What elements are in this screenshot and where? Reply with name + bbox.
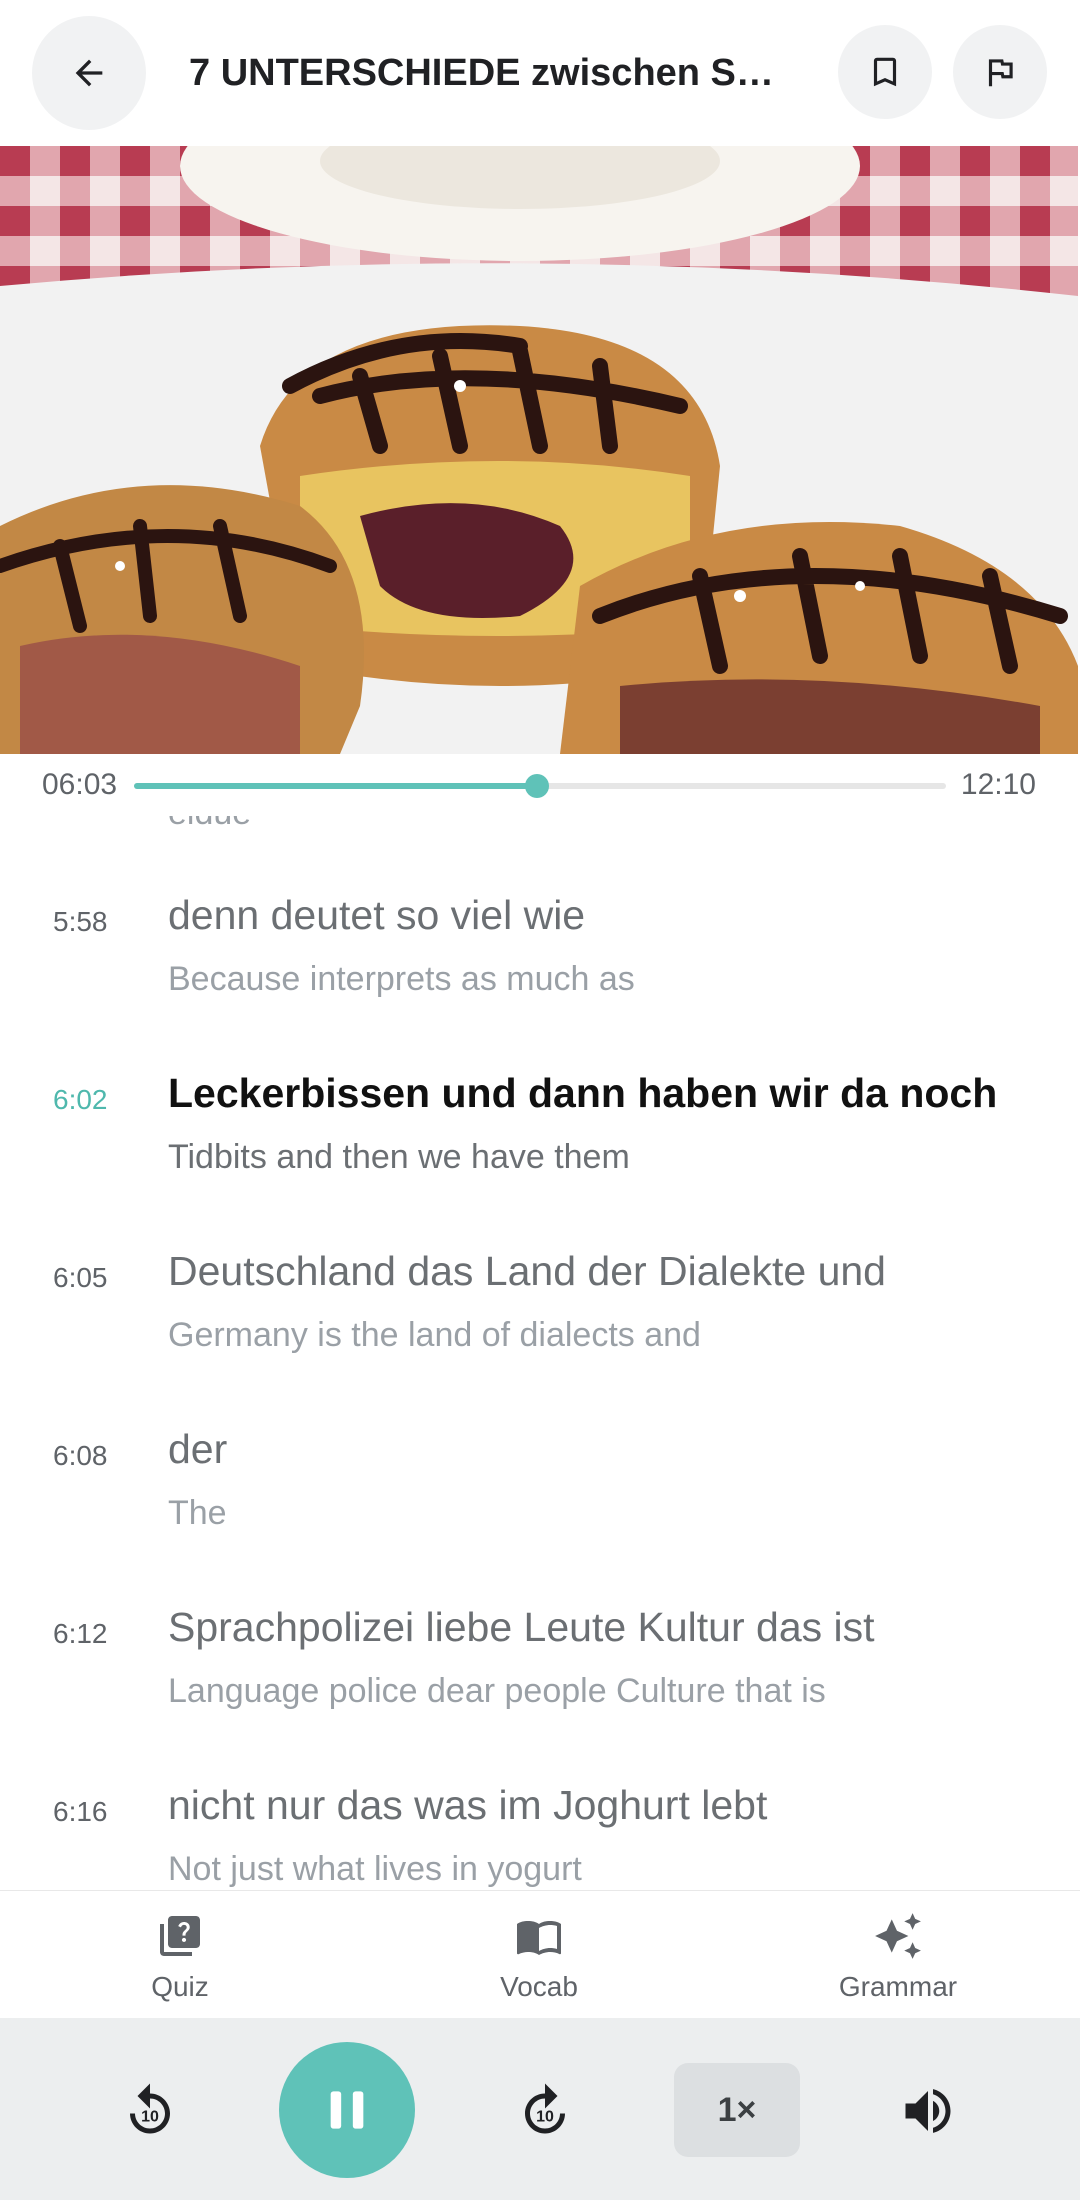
- seek-bar[interactable]: [134, 774, 946, 798]
- line-timestamp: 6:12: [53, 1618, 108, 1649]
- tab-quiz[interactable]: Quiz: [80, 1891, 280, 2019]
- line-text[interactable]: Sprachpolizei liebe Leute Kultur das ist: [168, 1604, 875, 1651]
- video-title: 7 UNTERSCHIEDE zwischen Sch...: [189, 52, 789, 94]
- line-translation: Because interprets as much as: [168, 960, 635, 998]
- tab-vocab[interactable]: Vocab: [439, 1891, 639, 2019]
- line-translation: The: [168, 1494, 227, 1532]
- back-button[interactable]: [32, 16, 146, 130]
- video-player[interactable]: [0, 146, 1078, 754]
- line-timestamp: 6:08: [53, 1440, 108, 1471]
- quiz-icon: [160, 1916, 200, 1956]
- forward-10-icon: 10: [525, 2083, 565, 2134]
- line-timestamp: 5:58: [53, 906, 108, 937]
- pause-button[interactable]: [279, 2042, 415, 2178]
- rewind-seconds-label: 10: [141, 2109, 159, 2126]
- line-timestamp: 6:16: [53, 1796, 108, 1827]
- arrow-left-icon: [75, 59, 103, 87]
- sparkle-icon: [875, 1913, 921, 1959]
- replay-10-icon: 10: [130, 2083, 170, 2134]
- top-app-bar: 7 UNTERSCHIEDE zwischen Sch...: [0, 0, 1080, 146]
- rewind-10-button[interactable]: 10: [120, 2081, 180, 2141]
- seek-bar-thumb[interactable]: [524, 774, 549, 798]
- line-translation: Not just what lives in yogurt: [168, 1850, 582, 1888]
- line-text[interactable]: denn deutet so viel wie: [168, 892, 585, 939]
- volume-icon: [905, 2089, 951, 2133]
- line-text[interactable]: der: [168, 1426, 227, 1473]
- tab-grammar[interactable]: Grammar: [798, 1891, 998, 2019]
- forward-10-button[interactable]: 10: [515, 2081, 575, 2141]
- line-text[interactable]: nicht nur das was im Joghurt lebt: [168, 1782, 767, 1829]
- tab-vocab-label: Vocab: [500, 1971, 578, 2002]
- volume-button[interactable]: [898, 2081, 958, 2141]
- line-translation: Germany is the land of dialects and: [168, 1316, 701, 1354]
- bookmark-icon: [873, 57, 897, 87]
- playback-controls: 10 10 1×: [0, 2018, 1080, 2200]
- line-timestamp: 6:05: [53, 1262, 108, 1293]
- total-time: 12:10: [960, 768, 1036, 801]
- pause-icon: [330, 2091, 364, 2129]
- tab-grammar-label: Grammar: [838, 1971, 958, 2002]
- playback-speed-button[interactable]: 1×: [674, 2063, 800, 2157]
- bookmark-button[interactable]: [838, 25, 932, 119]
- tab-quiz-label: Quiz: [151, 1971, 209, 2002]
- forward-seconds-label: 10: [536, 2109, 554, 2126]
- video-frame-image: [0, 146, 1078, 754]
- playback-progress: 06:03 12:10: [0, 754, 1080, 816]
- line-timestamp: 6:02: [53, 1084, 108, 1115]
- study-tabs: Quiz Vocab Grammar: [0, 1890, 1080, 2019]
- transcript-partial-line: eidue: [168, 816, 251, 833]
- flag-icon: [988, 59, 1013, 87]
- line-text[interactable]: Deutschland das Land der Dialekte und: [168, 1248, 886, 1295]
- report-button[interactable]: [953, 25, 1047, 119]
- book-icon: [517, 1921, 561, 1955]
- line-translation: Tidbits and then we have them: [168, 1138, 630, 1176]
- transcript-list[interactable]: eidue 5:58 denn deutet so viel wie Becau…: [0, 816, 1080, 1890]
- current-time: 06:03: [42, 768, 118, 801]
- line-translation: Language police dear people Culture that…: [168, 1672, 826, 1710]
- line-text[interactable]: Leckerbissen und dann haben wir da noch: [168, 1070, 997, 1117]
- seek-bar-fill: [134, 783, 537, 789]
